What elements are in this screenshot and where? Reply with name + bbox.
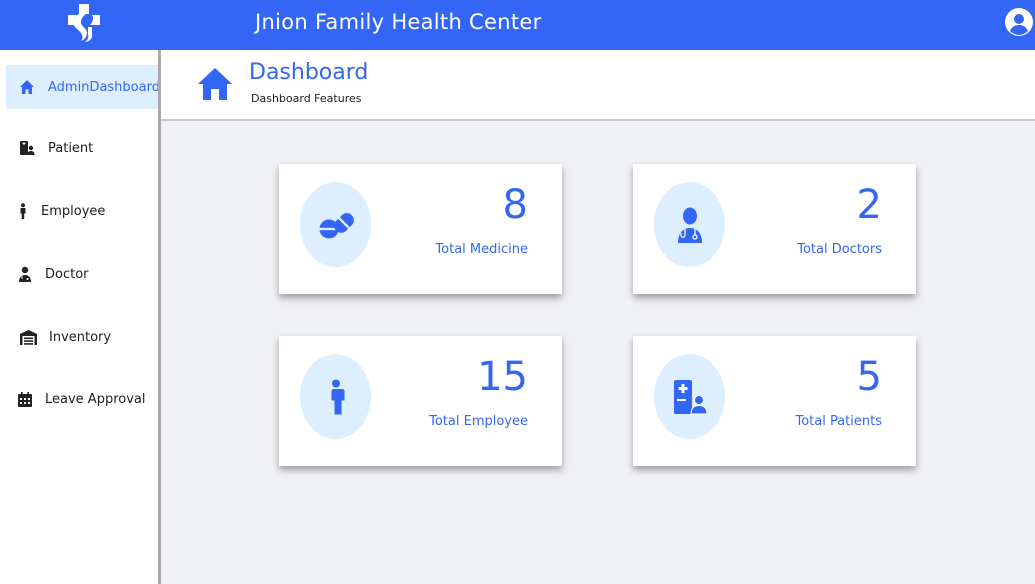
page-header: Dashboard Dashboard Features (161, 50, 1035, 121)
total-doctors-card[interactable]: 2 Total Doctors (633, 164, 916, 294)
total-medicine-label: Total Medicine (435, 242, 528, 257)
sidebar-item-inventory[interactable]: Inventory (6, 315, 176, 359)
total-medicine-card[interactable]: 8 Total Medicine (279, 164, 562, 294)
total-doctors-count: 2 (856, 182, 882, 228)
sidebar-item-doctor[interactable]: Doctor (6, 252, 176, 296)
patient-icon (18, 139, 36, 157)
pills-icon (318, 212, 354, 238)
sidebar-item-label: Employee (41, 203, 106, 219)
sidebar-divider (158, 50, 161, 584)
total-employee-count: 15 (477, 354, 528, 400)
medical-cross-logo-icon (68, 4, 100, 42)
total-patients-card[interactable]: 5 Total Patients (633, 336, 916, 466)
total-doctors-label: Total Doctors (797, 242, 882, 257)
card-icon-circle (300, 182, 371, 267)
sidebar-item-label: Patient (48, 140, 94, 156)
app-title: Jnion Family Health Center (255, 10, 542, 34)
sidebar: AdminDashboard Patient Employee Doctor I… (0, 50, 176, 584)
sidebar-item-leave-approval[interactable]: Leave Approval (6, 377, 176, 421)
card-icon-circle (300, 354, 371, 439)
user-account-icon[interactable] (1005, 8, 1033, 36)
home-icon (18, 78, 36, 96)
home-icon (198, 68, 232, 100)
doctor-icon (677, 207, 702, 243)
doctor-icon (16, 265, 34, 283)
total-employee-card[interactable]: 15 Total Employee (279, 336, 562, 466)
sidebar-item-label: AdminDashboard (48, 79, 160, 95)
warehouse-icon (19, 328, 37, 346)
person-icon (14, 202, 32, 220)
calendar-icon (16, 390, 34, 408)
sidebar-item-patient[interactable]: Patient (6, 126, 176, 170)
sidebar-item-admin-dashboard[interactable]: AdminDashboard (6, 65, 176, 109)
sidebar-item-employee[interactable]: Employee (6, 189, 176, 233)
sidebar-item-label: Inventory (49, 329, 112, 345)
top-bar: Jnion Family Health Center (0, 0, 1035, 50)
total-employee-label: Total Employee (429, 414, 528, 429)
person-icon (329, 379, 344, 414)
patient-icon (673, 379, 707, 414)
page-subtitle: Dashboard Features (251, 92, 362, 105)
card-icon-circle (654, 182, 725, 267)
total-patients-label: Total Patients (795, 414, 882, 429)
card-icon-circle (654, 354, 725, 439)
sidebar-item-label: Doctor (45, 266, 89, 282)
sidebar-item-label: Leave Approval (45, 391, 146, 407)
total-patients-count: 5 (856, 354, 882, 400)
page-title: Dashboard (249, 60, 369, 85)
total-medicine-count: 8 (502, 182, 528, 228)
